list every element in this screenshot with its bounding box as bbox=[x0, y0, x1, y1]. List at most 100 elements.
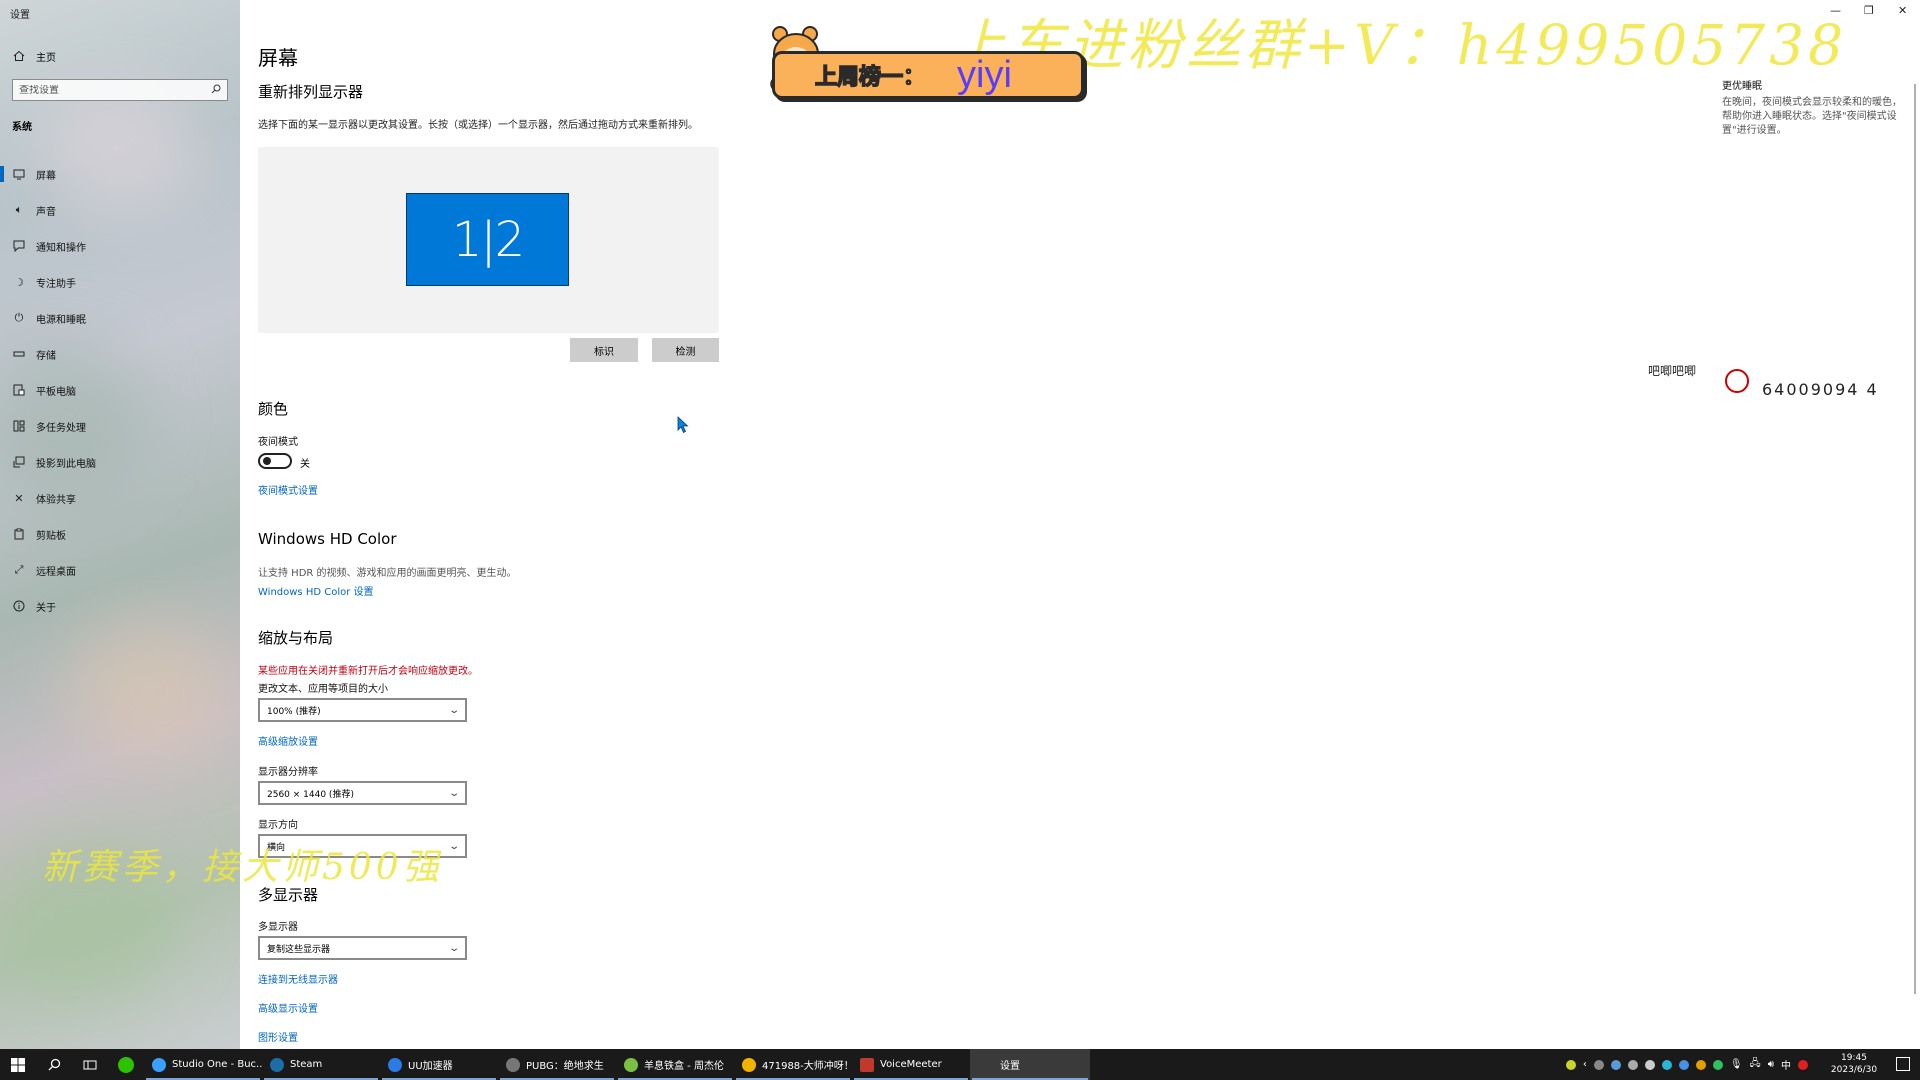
monitor-icon bbox=[12, 167, 26, 181]
clock-time: 19:45 bbox=[1841, 1053, 1867, 1063]
app-title: 设置 bbox=[10, 10, 30, 21]
identify-button[interactable]: 标识 bbox=[570, 338, 638, 362]
steam-icon bbox=[270, 1057, 284, 1072]
tray-app-icon[interactable] bbox=[1627, 1059, 1638, 1070]
night-mode-toggle[interactable] bbox=[258, 453, 292, 469]
project-icon bbox=[12, 455, 26, 469]
resolution-dropdown[interactable]: 2560 × 1440 (推荐) ⌄ bbox=[258, 781, 467, 805]
taskbar-app-label: PUBG：绝地求生 bbox=[526, 1061, 604, 1072]
rearrange-heading: 重新排列显示器 bbox=[258, 83, 364, 101]
sidebar-item-notifications[interactable]: 通知和操作 bbox=[0, 228, 240, 264]
taskbar-app-studio-one[interactable]: Studio One - Buc... bbox=[144, 1049, 262, 1080]
multitask-icon bbox=[12, 419, 26, 433]
overlay-stamp-number: 64009094 4 bbox=[1762, 380, 1879, 399]
chevron-left-icon[interactable]: ‹ bbox=[1583, 1059, 1587, 1070]
sidebar-item-multitasking[interactable]: 多任务处理 bbox=[0, 408, 240, 444]
tray-app-icon[interactable] bbox=[1661, 1059, 1672, 1070]
monitor-tile[interactable]: 1|2 bbox=[406, 193, 569, 286]
tray-app-icon[interactable] bbox=[1678, 1059, 1689, 1070]
scale-layout-heading: 缩放与布局 bbox=[258, 629, 334, 647]
banner-label: 上周榜一： bbox=[814, 64, 926, 91]
chevron-down-icon: ⌄ bbox=[447, 840, 460, 852]
sidebar-home[interactable]: 主页 bbox=[12, 48, 56, 64]
network-icon[interactable]: 🖧︎ bbox=[1750, 1056, 1761, 1073]
sidebar-item-display[interactable]: 屏幕 bbox=[0, 156, 240, 192]
sidebar-item-focus-assist[interactable]: ☽ 专注助手 bbox=[0, 264, 240, 300]
tray-app-icon[interactable] bbox=[1695, 1059, 1706, 1070]
hd-color-settings-link[interactable]: Windows HD Color 设置 bbox=[258, 583, 374, 598]
night-mode-state: 关 bbox=[300, 459, 310, 470]
scale-dropdown[interactable]: 100% (推荐) ⌄ bbox=[258, 698, 467, 722]
graphics-settings-link[interactable]: 图形设置 bbox=[258, 1029, 298, 1044]
sidebar-item-label: 电源和睡眠 bbox=[36, 314, 86, 326]
taskbar-app-label: Steam bbox=[290, 1059, 323, 1070]
home-icon bbox=[12, 49, 26, 63]
detect-button[interactable]: 检测 bbox=[652, 338, 719, 362]
scrollbar[interactable] bbox=[1914, 84, 1916, 994]
taskbar-app-label: 羊息铁盒 - 周杰伦 bbox=[644, 1061, 724, 1072]
app-dot bbox=[118, 1056, 134, 1073]
sidebar-item-shared-experiences[interactable]: ✕ 体验共享 bbox=[0, 480, 240, 516]
chevron-down-icon: ⌄ bbox=[447, 787, 460, 799]
sidebar-item-label: 声音 bbox=[36, 206, 56, 218]
taskbar-app-uu[interactable]: UU加速器 bbox=[380, 1049, 498, 1080]
multi-display-dropdown[interactable]: 复制这些显示器 ⌄ bbox=[258, 936, 467, 960]
tray-app-icon[interactable] bbox=[1593, 1059, 1604, 1070]
notification-center-icon[interactable] bbox=[1896, 1057, 1910, 1071]
search-icon[interactable] bbox=[211, 84, 221, 97]
volume-icon[interactable]: 🔊︎ bbox=[1768, 1059, 1774, 1070]
sogou-icon[interactable] bbox=[1798, 1059, 1808, 1070]
restore-button[interactable]: ❐ bbox=[1864, 4, 1874, 17]
advanced-display-link[interactable]: 高级显示设置 bbox=[258, 1000, 318, 1015]
multi-display-value: 复制这些显示器 bbox=[267, 944, 331, 955]
sidebar-item-sound[interactable]: 🔈︎ 声音 bbox=[0, 192, 240, 228]
sidebar-item-tablet[interactable]: 平板电脑 bbox=[0, 372, 240, 408]
sidebar-item-clipboard[interactable]: 剪贴板 bbox=[0, 516, 240, 552]
stream-icon bbox=[742, 1057, 756, 1072]
scale-label: 更改文本、应用等项目的大小 bbox=[258, 684, 388, 695]
sidebar-item-storage[interactable]: 存储 bbox=[0, 336, 240, 372]
wireless-display-link[interactable]: 连接到无线显示器 bbox=[258, 971, 338, 986]
taskbar-clock[interactable]: 19:45 2023/6/30 bbox=[1824, 1052, 1884, 1076]
tray-app-icon[interactable] bbox=[1644, 1059, 1655, 1070]
tray-app-icon[interactable] bbox=[1565, 1059, 1576, 1070]
taskbar-app-stream[interactable]: 471988-大师冲呀！ bbox=[734, 1049, 852, 1080]
taskbar-app-music[interactable]: 羊息铁盒 - 周杰伦 bbox=[616, 1049, 734, 1080]
start-icon[interactable] bbox=[0, 1049, 36, 1080]
search-box[interactable] bbox=[12, 79, 228, 101]
info-icon bbox=[12, 599, 26, 613]
monitor-arrangement[interactable]: 1|2 bbox=[258, 147, 719, 333]
sidebar-item-remote-desktop[interactable]: ⤢ 远程桌面 bbox=[0, 552, 240, 588]
orientation-label: 显示方向 bbox=[258, 820, 298, 831]
sidebar-item-power[interactable]: ⏻ 电源和睡眠 bbox=[0, 300, 240, 336]
multi-display-label: 多显示器 bbox=[258, 922, 298, 933]
taskbar-app-voicemeeter[interactable]: VoiceMeeter bbox=[852, 1049, 970, 1080]
mic-icon[interactable]: 🎙︎ bbox=[1730, 1059, 1743, 1070]
task-view-icon[interactable] bbox=[72, 1049, 108, 1080]
tray-app-icon[interactable] bbox=[1610, 1059, 1621, 1070]
sidebar-item-about[interactable]: 关于 bbox=[0, 588, 240, 624]
taskbar-app-steam[interactable]: Steam bbox=[262, 1049, 380, 1080]
taskbar-app-label: UU加速器 bbox=[408, 1061, 453, 1072]
sidebar-item-label: 剪贴板 bbox=[36, 530, 66, 542]
tray-app-icon[interactable] bbox=[1712, 1059, 1723, 1070]
sidebar-item-label: 关于 bbox=[36, 602, 56, 614]
share-icon: ✕ bbox=[14, 491, 24, 505]
bg-blob bbox=[70, 620, 230, 760]
night-mode-settings-link[interactable]: 夜间模式设置 bbox=[258, 482, 318, 497]
search-icon[interactable] bbox=[36, 1049, 72, 1080]
taskbar-app-settings[interactable]: 设置 bbox=[970, 1049, 1090, 1080]
taskbar-app-label: 设置 bbox=[1000, 1061, 1020, 1072]
sidebar-item-label: 专注助手 bbox=[36, 278, 76, 290]
ime-indicator[interactable]: 中 bbox=[1781, 1057, 1791, 1072]
close-button[interactable]: ✕ bbox=[1898, 4, 1907, 17]
advanced-scaling-link[interactable]: 高级缩放设置 bbox=[258, 733, 318, 748]
hd-color-heading: Windows HD Color bbox=[258, 530, 397, 548]
sidebar-item-project[interactable]: 投影到此电脑 bbox=[0, 444, 240, 480]
wechat-icon[interactable] bbox=[108, 1049, 144, 1080]
taskbar-app-pubg[interactable]: PUBG：绝地求生 bbox=[498, 1049, 616, 1080]
studio-one-icon bbox=[152, 1057, 166, 1072]
remote-icon: ⤢ bbox=[14, 563, 24, 576]
taskbar-app-label: VoiceMeeter bbox=[880, 1059, 942, 1070]
search-input[interactable] bbox=[19, 84, 189, 96]
